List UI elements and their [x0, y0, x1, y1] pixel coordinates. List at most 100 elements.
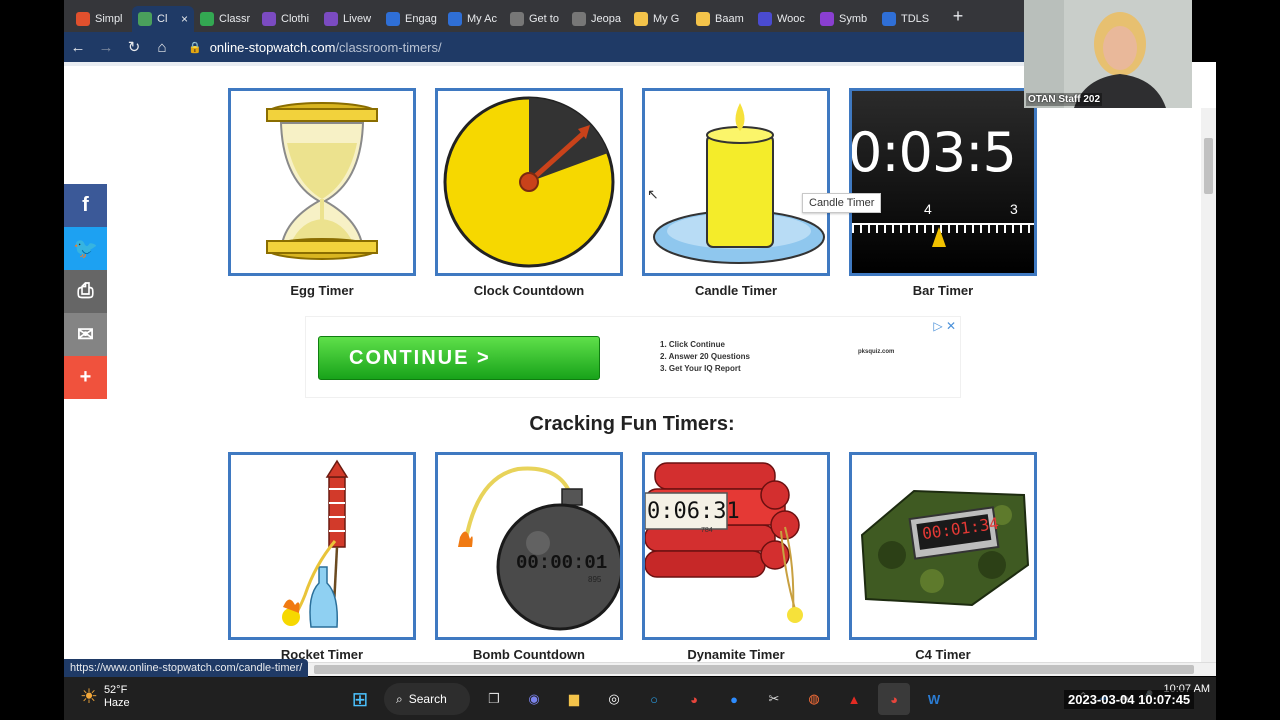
print-icon[interactable]: ⎙: [64, 270, 107, 313]
link-status-bar: https://www.online-stopwatch.com/candle-…: [64, 659, 309, 677]
tab-label: Symb: [839, 13, 868, 25]
screen: Simpl Cl × Classr Clothi Livew Engag My Ac Get t…: [0, 0, 1280, 720]
clock-countdown-label[interactable]: Clock Countdown: [419, 283, 639, 298]
tab-label: Classr: [219, 13, 251, 25]
horizontal-scroll-thumb[interactable]: [314, 665, 1194, 674]
tab-label: Get to: [529, 13, 559, 25]
social-share-bar: f 🐦 ⎙ ✉ +: [64, 184, 107, 399]
tab-favicon-icon: [572, 12, 586, 26]
browser-tab[interactable]: Jeopa: [566, 6, 628, 32]
tab-bar: Simpl Cl × Classr Clothi Livew Engag My Ac Get t…: [64, 0, 1024, 32]
candle-timer-label[interactable]: Candle Timer: [626, 283, 846, 298]
close-tab-icon[interactable]: ×: [181, 12, 188, 26]
tab-favicon-icon: [76, 12, 90, 26]
zoom-icon[interactable]: ●: [718, 683, 750, 715]
c4-timer-label[interactable]: C4 Timer: [833, 647, 1053, 662]
taskbar-apps: ⊞ ⌕ Search ❐ ◉ ▆ ◎ ○ ◕ ● ✂ ◍ ▲ ◕ W: [344, 683, 950, 715]
new-tab-button[interactable]: +: [946, 6, 970, 27]
c4-timer-card[interactable]: 00:01:34: [849, 452, 1037, 640]
bomb-timer-display: 00:00:01: [516, 552, 608, 574]
browser-tab[interactable]: Livew: [318, 6, 380, 32]
browser-tab[interactable]: Baam: [690, 6, 752, 32]
email-icon[interactable]: ✉: [64, 313, 107, 356]
chrome-active-icon[interactable]: ◕: [878, 683, 910, 715]
twitter-icon[interactable]: 🐦: [64, 227, 107, 270]
clock-countdown-card[interactable]: [435, 88, 623, 276]
c4-explosive-icon: [860, 489, 1030, 607]
tab-favicon-icon: [138, 12, 152, 26]
dell-icon[interactable]: ◎: [598, 683, 630, 715]
bomb-timer-ms: 895: [588, 575, 602, 584]
facebook-icon[interactable]: f: [64, 184, 107, 227]
tab-favicon-icon: [200, 12, 214, 26]
tab-label: Jeopa: [591, 13, 621, 25]
ad-step: 2. Answer 20 Questions: [660, 352, 750, 361]
windows-start-icon[interactable]: ⊞: [344, 683, 376, 715]
egg-timer-label[interactable]: Egg Timer: [212, 283, 432, 298]
forward-arrow-icon[interactable]: →: [92, 33, 120, 61]
tab-label: Baam: [715, 13, 744, 25]
browser-tab[interactable]: Cl ×: [132, 6, 194, 32]
home-icon[interactable]: ⌂: [148, 33, 176, 61]
file-explorer-icon[interactable]: ▆: [558, 683, 590, 715]
tab-favicon-icon: [882, 12, 896, 26]
browser-tab[interactable]: My Ac: [442, 6, 504, 32]
bar-timer-card[interactable]: 0:03:5 4 3: [849, 88, 1037, 276]
task-view-icon[interactable]: ❐: [478, 683, 510, 715]
dynamite-timer-card[interactable]: 0:06:31 784: [642, 452, 830, 640]
navigation-bar: ← → ↻ ⌂ 🔒 online-stopwatch.com/classroom…: [64, 32, 1024, 62]
browser-tab[interactable]: Symb: [814, 6, 876, 32]
browser-tab[interactable]: Clothi: [256, 6, 318, 32]
ad-close-icon[interactable]: ▷ ✕: [933, 319, 956, 333]
browser-tab[interactable]: My G: [628, 6, 690, 32]
ad-steps: 1. Click Continue 2. Answer 20 Questions…: [660, 339, 750, 375]
advertisement-banner[interactable]: CONTINUE > 1. Click Continue 2. Answer 2…: [305, 316, 961, 398]
video-participant-tile[interactable]: OTAN Staff 202: [1024, 0, 1192, 108]
word-icon[interactable]: W: [918, 683, 950, 715]
share-icon[interactable]: +: [64, 356, 107, 399]
candle-timer-tooltip: Candle Timer: [802, 193, 882, 213]
candle-timer-card[interactable]: [642, 88, 830, 276]
countdown-clock-icon: [443, 96, 615, 268]
rocket-timer-card[interactable]: [228, 452, 416, 640]
search-icon: ⌕: [396, 691, 403, 706]
cortana-icon[interactable]: ○: [638, 683, 670, 715]
tab-label: TDLS: [901, 13, 930, 25]
teams-icon[interactable]: ◉: [518, 683, 550, 715]
snipping-tool-icon[interactable]: ✂: [758, 683, 790, 715]
taskbar-search[interactable]: ⌕ Search: [384, 683, 470, 715]
bar-timer-label[interactable]: Bar Timer: [833, 283, 1053, 298]
browser-tab[interactable]: Classr: [194, 6, 256, 32]
back-arrow-icon[interactable]: ←: [64, 33, 92, 61]
tab-label: Cl: [157, 13, 168, 25]
lock-icon: 🔒: [188, 41, 202, 54]
browser-tab[interactable]: TDLS: [876, 6, 938, 32]
tab-label: Clothi: [281, 13, 310, 25]
acrobat-icon[interactable]: ▲: [838, 683, 870, 715]
bomb-countdown-label[interactable]: Bomb Countdown: [419, 647, 639, 662]
search-label: Search: [408, 692, 447, 706]
chrome-icon[interactable]: ◕: [678, 683, 710, 715]
dynamite-timer-label[interactable]: Dynamite Timer: [626, 647, 846, 662]
browser-tab[interactable]: Wooc: [752, 6, 814, 32]
weather-widget[interactable]: ☀ 52°F Haze: [80, 684, 130, 710]
bomb-countdown-card[interactable]: 00:00:01 895: [435, 452, 623, 640]
vertical-scroll-thumb[interactable]: [1204, 138, 1213, 194]
candle-icon: [653, 103, 825, 264]
browser-tab[interactable]: Engag: [380, 6, 442, 32]
tab-favicon-icon: [448, 12, 462, 26]
tab-label: My Ac: [467, 13, 497, 25]
hourglass-icon: [266, 102, 378, 260]
vertical-scrollbar[interactable]: [1201, 108, 1216, 662]
address-bar[interactable]: 🔒 online-stopwatch.com/classroom-timers/: [182, 35, 1018, 59]
browser-tab[interactable]: Get to: [504, 6, 566, 32]
tab-favicon-icon: [324, 12, 338, 26]
recording-timestamp: 2023-03-04 10:07:45: [1064, 690, 1195, 709]
browser-tab[interactable]: Simpl: [70, 6, 132, 32]
firefox-icon[interactable]: ◍: [798, 683, 830, 715]
ad-site-name: pksquiz.com: [858, 349, 895, 355]
reload-icon[interactable]: ↻: [120, 33, 148, 61]
tab-favicon-icon: [634, 12, 648, 26]
egg-timer-card[interactable]: [228, 88, 416, 276]
ad-continue-button[interactable]: CONTINUE >: [318, 336, 600, 380]
